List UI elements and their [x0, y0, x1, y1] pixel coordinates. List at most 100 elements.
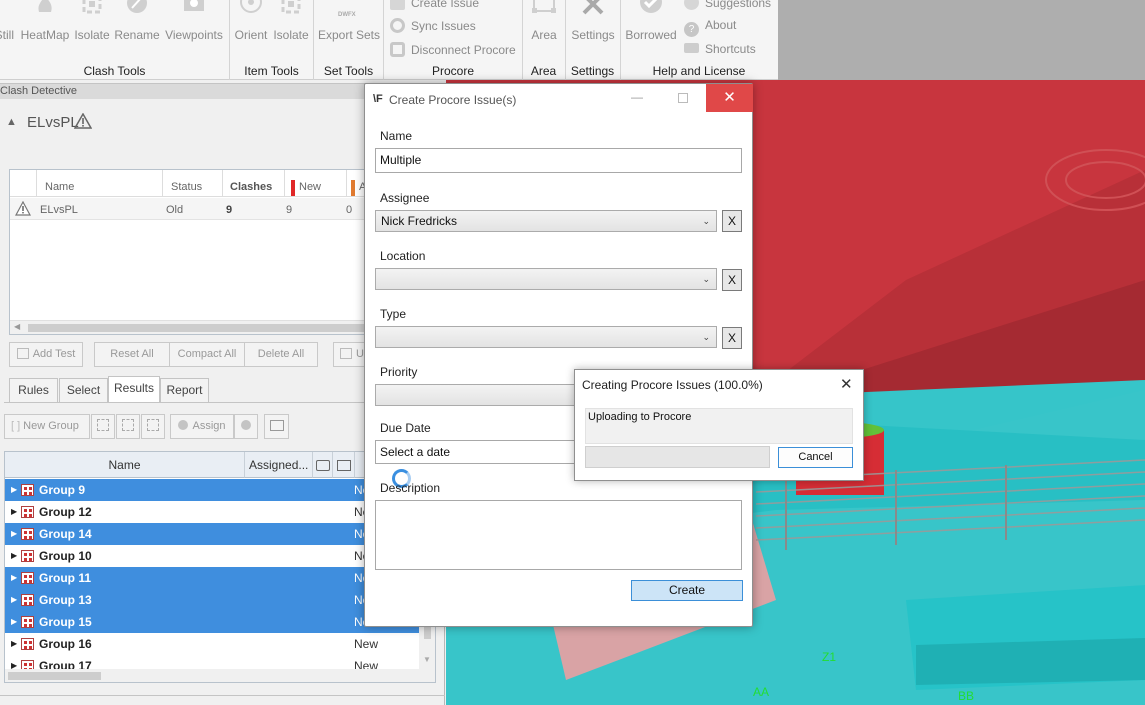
group-explode-button[interactable]	[91, 414, 115, 439]
tab-results[interactable]: Results	[108, 376, 160, 402]
expand-triangle-icon[interactable]: ▶	[11, 523, 17, 545]
isolate-button[interactable]: Isolate	[72, 0, 112, 46]
tab-rules[interactable]: Rules	[9, 378, 58, 402]
location-select[interactable]: ⌄	[375, 268, 717, 290]
progress-title: Creating Procore Issues (100.0%)	[582, 378, 763, 392]
type-select[interactable]: ⌄	[375, 326, 717, 348]
clash-group-icon	[21, 528, 34, 540]
clash-tools-group-label: Clash Tools	[83, 64, 146, 78]
item-tools-group-label: Item Tools	[244, 64, 299, 78]
group-merge-button[interactable]	[116, 414, 140, 439]
area-button[interactable]: Area	[524, 0, 564, 46]
due-date-picker[interactable]: Select a date	[375, 440, 575, 464]
collapse-chevron-icon[interactable]: ▲	[6, 116, 17, 128]
assignee-select[interactable]: Nick Fredricks ⌄	[375, 210, 717, 232]
tests-header-clashes[interactable]: Clashes	[223, 170, 285, 197]
scroll-down-icon[interactable]: ▼	[423, 655, 431, 664]
scrollbar-thumb[interactable]	[8, 672, 101, 680]
shortcuts-menu-item[interactable]: Shortcuts	[684, 42, 756, 58]
expand-triangle-icon[interactable]: ▶	[11, 589, 17, 611]
dialog-title: Create Procore Issue(s)	[389, 93, 517, 107]
expand-triangle-icon[interactable]: ▶	[11, 611, 17, 633]
new-group-button[interactable]: [ ] New Group	[4, 414, 90, 439]
results-header-viewpoint[interactable]	[313, 452, 333, 478]
create-issue-menu-item[interactable]: Create Issue	[390, 0, 479, 11]
heatmap-button[interactable]: HeatMap	[18, 0, 72, 46]
disconnect-procore-label: Disconnect Procore	[411, 43, 516, 57]
delete-all-button[interactable]: Delete All	[244, 342, 318, 367]
minimize-button[interactable]: —	[631, 90, 643, 104]
description-textarea[interactable]	[375, 500, 742, 570]
tab-select[interactable]: Select	[59, 378, 108, 402]
sync-icon	[390, 18, 405, 33]
rename-button[interactable]: Rename	[113, 0, 161, 46]
tests-header-name[interactable]: Name	[37, 170, 163, 197]
tab-report[interactable]: Report	[160, 378, 209, 402]
results-header-comments[interactable]	[333, 452, 355, 478]
orient-button[interactable]: Orient	[231, 0, 271, 46]
about-menu-item[interactable]: ? About	[684, 18, 737, 37]
horizontal-scrollbar[interactable]: ◀	[10, 320, 368, 334]
assign-label: Assign	[192, 420, 226, 432]
clear-type-button[interactable]: X	[722, 327, 742, 349]
suggestions-menu-item[interactable]: Suggestions	[684, 0, 771, 11]
comment-button[interactable]	[264, 414, 289, 439]
test-active-cell: 0	[346, 204, 353, 216]
list-item[interactable]: ▶Group 9New	[5, 479, 419, 501]
procore-logo-icon: \F	[373, 93, 383, 105]
compact-all-button[interactable]: Compact All	[169, 342, 245, 367]
unassign-button[interactable]	[234, 414, 258, 439]
about-label: About	[705, 18, 737, 32]
ribbon-background	[778, 0, 1145, 80]
clear-assignee-button[interactable]: X	[722, 210, 742, 232]
list-item[interactable]: ▶Group 14New	[5, 523, 419, 545]
item-isolate-button[interactable]: Isolate	[272, 0, 310, 46]
borrowed-button[interactable]: Borrowed	[622, 0, 680, 46]
settings-button[interactable]: Settings	[567, 0, 619, 46]
list-item[interactable]: ▶Group 15New	[5, 611, 419, 633]
list-item[interactable]: ▶ Group 16 New	[5, 633, 419, 655]
disconnect-icon	[390, 42, 405, 57]
viewpoints-button[interactable]: Viewpoints	[163, 0, 225, 46]
clear-location-button[interactable]: X	[722, 269, 742, 291]
orient-label: Orient	[234, 28, 268, 42]
group-remove-button[interactable]	[141, 414, 165, 439]
list-item[interactable]: ▶Group 11New	[5, 567, 419, 589]
priority-select[interactable]	[375, 384, 575, 406]
cancel-button[interactable]: Cancel	[778, 447, 853, 468]
expand-triangle-icon[interactable]: ▶	[11, 633, 17, 655]
export-sets-button[interactable]: DWFX Export Sets	[316, 0, 382, 46]
disconnect-procore-menu-item[interactable]: Disconnect Procore	[390, 42, 516, 58]
name-field[interactable]: Multiple	[375, 148, 742, 173]
close-button[interactable]: ✕	[706, 84, 753, 112]
rename-label: Rename	[114, 28, 160, 42]
maximize-button[interactable]	[678, 93, 688, 103]
isolate-icon	[281, 0, 301, 14]
close-icon[interactable]: ✕	[840, 375, 853, 393]
expand-triangle-icon[interactable]: ▶	[11, 567, 17, 589]
horizontal-scrollbar[interactable]	[5, 669, 435, 682]
flame-icon	[38, 0, 52, 12]
results-header-assigned[interactable]: Assigned...	[245, 452, 313, 478]
scroll-left-icon[interactable]: ◀	[14, 322, 20, 331]
comment-icon	[336, 460, 351, 471]
tests-header-new[interactable]: New	[285, 170, 347, 197]
still-button[interactable]: Still	[0, 0, 14, 46]
tests-header-status[interactable]: Status	[163, 170, 223, 197]
reset-all-button[interactable]: Reset All	[94, 342, 170, 367]
new-group-label: New Group	[23, 420, 79, 432]
expand-triangle-icon[interactable]: ▶	[11, 501, 17, 523]
expand-triangle-icon[interactable]: ▶	[11, 545, 17, 567]
list-item[interactable]: ▶Group 10New	[5, 545, 419, 567]
area-icon	[532, 0, 556, 13]
list-item[interactable]: ▶Group 13New	[5, 589, 419, 611]
sync-issues-menu-item[interactable]: Sync Issues	[390, 18, 476, 34]
list-item[interactable]: ▶Group 12New	[5, 501, 419, 523]
add-test-button[interactable]: Add Test	[9, 342, 83, 367]
results-header-name[interactable]: Name	[5, 452, 245, 478]
group-name: Group 13	[39, 593, 92, 607]
scrollbar-thumb[interactable]	[28, 324, 368, 332]
create-button[interactable]: Create	[631, 580, 743, 601]
expand-triangle-icon[interactable]: ▶	[11, 479, 17, 501]
assign-button[interactable]: Assign	[170, 414, 234, 439]
